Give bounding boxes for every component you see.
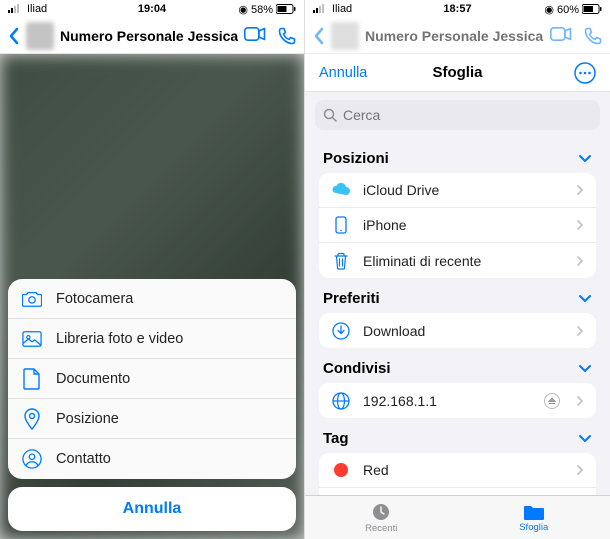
- chevron-right-icon: [576, 184, 584, 196]
- attachment-sheet: Fotocamera Libreria foto e video Documen…: [0, 271, 304, 539]
- chevron-right-icon: [576, 395, 584, 407]
- iphone-icon: [331, 216, 351, 234]
- tag-dot-icon: [331, 463, 351, 477]
- browser-cancel-button[interactable]: Annulla: [319, 65, 367, 81]
- chevron-right-icon: [576, 464, 584, 476]
- location-recently-deleted[interactable]: Eliminati di recente: [319, 243, 596, 278]
- row-label: Download: [363, 323, 564, 339]
- tab-bar: Recenti Sfoglia: [305, 495, 610, 539]
- status-bar: Iliad 19:04 ◉ 58%: [0, 0, 304, 18]
- location-iphone[interactable]: iPhone: [319, 208, 596, 243]
- chevron-right-icon: [576, 325, 584, 337]
- chevron-right-icon: [576, 219, 584, 231]
- chevron-down-icon: [578, 154, 592, 163]
- sheet-item-label: Contatto: [56, 451, 111, 467]
- section-title: Condivisi: [323, 360, 391, 377]
- row-label: iCloud Drive: [363, 182, 564, 198]
- sheet-item-label: Fotocamera: [56, 291, 133, 307]
- status-bar: Iliad 18:57 ◉ 60%: [305, 0, 610, 18]
- file-browser-header: Annulla Sfoglia: [305, 54, 610, 92]
- tab-recent[interactable]: Recenti: [305, 496, 458, 539]
- sheet-item-document[interactable]: Documento: [8, 359, 296, 399]
- section-title: Preferiti: [323, 290, 380, 307]
- more-button[interactable]: [574, 62, 596, 84]
- location-pin-icon: [22, 408, 42, 430]
- tab-browse[interactable]: Sfoglia: [458, 496, 610, 539]
- download-icon: [331, 322, 351, 340]
- shared-server[interactable]: 192.168.1.1: [319, 383, 596, 418]
- chat-navbar: Numero Personale Jessica: [0, 18, 304, 54]
- sheet-item-camera[interactable]: Fotocamera: [8, 279, 296, 319]
- back-button[interactable]: [313, 27, 325, 45]
- sheet-item-label: Posizione: [56, 411, 119, 427]
- row-label: Eliminati di recente: [363, 253, 564, 269]
- chevron-down-icon: [578, 294, 592, 303]
- camera-icon: [22, 290, 42, 308]
- row-label: Red: [363, 462, 564, 478]
- clock: 18:57: [305, 3, 610, 15]
- section-title: Posizioni: [323, 150, 389, 167]
- chat-navbar: Numero Personale Jessica: [305, 18, 610, 54]
- folder-icon: [523, 503, 545, 521]
- location-icloud[interactable]: iCloud Drive: [319, 173, 596, 208]
- tag-orange[interactable]: Orange: [319, 488, 596, 495]
- section-header-favorites[interactable]: Preferiti: [319, 278, 596, 313]
- search-field[interactable]: [315, 100, 600, 130]
- tag-red[interactable]: Red: [319, 453, 596, 488]
- chevron-down-icon: [578, 434, 592, 443]
- eject-button[interactable]: [544, 393, 560, 409]
- contact-icon: [22, 448, 42, 470]
- search-input[interactable]: [343, 107, 592, 123]
- right-screenshot: Iliad 18:57 ◉ 60% Numero Personale Jessi…: [305, 0, 610, 539]
- sheet-item-contact[interactable]: Contatto: [8, 439, 296, 479]
- row-label: 192.168.1.1: [363, 393, 532, 409]
- file-browser-content[interactable]: Posizioni iCloud Drive iPhone Eliminati …: [305, 92, 610, 495]
- trash-icon: [331, 252, 351, 270]
- left-screenshot: Iliad 19:04 ◉ 58% Numero Personale Jessi…: [0, 0, 305, 539]
- document-icon: [22, 368, 42, 390]
- section-header-tags[interactable]: Tag: [319, 418, 596, 453]
- sheet-item-location[interactable]: Posizione: [8, 399, 296, 439]
- audio-call-button[interactable]: [584, 27, 602, 45]
- row-label: iPhone: [363, 217, 564, 233]
- chevron-down-icon: [578, 364, 592, 373]
- cancel-button[interactable]: Annulla: [8, 487, 296, 531]
- section-header-shared[interactable]: Condivisi: [319, 348, 596, 383]
- icloud-icon: [331, 183, 351, 197]
- favorite-download[interactable]: Download: [319, 313, 596, 348]
- section-header-locations[interactable]: Posizioni: [319, 138, 596, 173]
- image-icon: [22, 330, 42, 348]
- sheet-item-library[interactable]: Libreria foto e video: [8, 319, 296, 359]
- chevron-right-icon: [576, 255, 584, 267]
- video-call-button[interactable]: [550, 27, 572, 45]
- avatar[interactable]: [26, 22, 54, 50]
- chat-title[interactable]: Numero Personale Jessica: [365, 28, 544, 44]
- avatar[interactable]: [331, 22, 359, 50]
- sheet-item-label: Documento: [56, 371, 130, 387]
- audio-call-button[interactable]: [278, 27, 296, 45]
- clock: 19:04: [0, 3, 304, 15]
- search-icon: [323, 108, 337, 122]
- sheet-item-label: Libreria foto e video: [56, 331, 183, 347]
- chat-title[interactable]: Numero Personale Jessica: [60, 28, 238, 44]
- section-title: Tag: [323, 430, 349, 447]
- tab-label: Recenti: [365, 523, 397, 534]
- back-button[interactable]: [8, 27, 20, 45]
- globe-icon: [331, 392, 351, 410]
- clock-icon: [371, 502, 391, 522]
- tab-label: Sfoglia: [519, 522, 548, 533]
- video-call-button[interactable]: [244, 27, 266, 45]
